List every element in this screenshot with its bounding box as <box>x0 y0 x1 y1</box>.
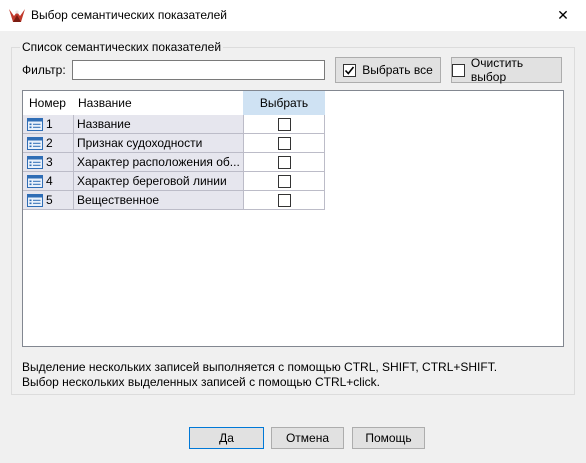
select-all-checkbox[interactable] <box>343 63 357 77</box>
select-checkbox[interactable] <box>277 155 291 169</box>
column-header-select[interactable]: Выбрать <box>243 91 325 115</box>
hint-multi-select: Выделение нескольких записей выполняется… <box>22 360 498 374</box>
close-icon: ✕ <box>557 7 569 23</box>
select-cell[interactable] <box>244 115 325 134</box>
table-row[interactable]: 5 Вещественное <box>23 191 325 210</box>
clear-selection-checkbox[interactable] <box>452 63 465 77</box>
row-number: 5 <box>46 193 53 207</box>
checkmark-icon <box>345 66 355 75</box>
dialog-window: Выбор семантических показателей ✕ Список… <box>0 0 586 463</box>
window-title: Выбор семантических показателей <box>31 8 227 22</box>
number-cell[interactable]: 2 <box>23 134 74 153</box>
select-cell[interactable] <box>244 172 325 191</box>
ok-button[interactable]: Да <box>189 427 264 449</box>
column-header-number[interactable]: Номер <box>29 91 66 115</box>
help-button[interactable]: Помощь <box>352 427 425 449</box>
row-number: 3 <box>46 155 53 169</box>
close-button[interactable]: ✕ <box>540 0 586 31</box>
title-bar: Выбор семантических показателей ✕ <box>0 0 586 31</box>
number-cell[interactable]: 1 <box>23 115 74 134</box>
select-cell[interactable] <box>244 153 325 172</box>
table-row[interactable]: 3 Характер расположения об... <box>23 153 325 172</box>
table-row[interactable]: 2 Признак судоходности <box>23 134 325 153</box>
select-checkbox[interactable] <box>277 136 291 150</box>
table-row[interactable]: 1 Название <box>23 115 325 134</box>
row-number: 4 <box>46 174 53 188</box>
number-cell[interactable]: 4 <box>23 172 74 191</box>
group-title: Список семантических показателей <box>20 40 224 54</box>
number-cell[interactable]: 5 <box>23 191 74 210</box>
select-cell[interactable] <box>244 191 325 210</box>
select-checkbox[interactable] <box>277 117 291 131</box>
row-number: 1 <box>46 117 53 131</box>
column-header-name[interactable]: Название <box>78 91 132 115</box>
record-icon <box>27 194 43 207</box>
name-cell[interactable]: Название <box>74 115 244 134</box>
filter-input[interactable] <box>72 60 325 80</box>
row-number: 2 <box>46 136 53 150</box>
record-icon <box>27 175 43 188</box>
hint-ctrl-click: Выбор нескольких выделенных записей с по… <box>22 375 380 389</box>
table-row[interactable]: 4 Характер береговой линии <box>23 172 325 191</box>
record-icon <box>27 137 43 150</box>
semantics-table: Номер Название Выбрать 1 Название 2 Признак… <box>22 90 564 347</box>
select-cell[interactable] <box>244 134 325 153</box>
select-checkbox[interactable] <box>277 174 291 188</box>
name-cell[interactable]: Характер расположения об... <box>74 153 244 172</box>
number-cell[interactable]: 3 <box>23 153 74 172</box>
select-all-label: Выбрать все <box>362 63 433 77</box>
record-icon <box>27 156 43 169</box>
name-cell[interactable]: Вещественное <box>74 191 244 210</box>
select-checkbox[interactable] <box>277 193 291 207</box>
cancel-button[interactable]: Отмена <box>271 427 344 449</box>
select-all-button[interactable]: Выбрать все <box>335 57 441 83</box>
record-icon <box>27 118 43 131</box>
clear-selection-button[interactable]: Очистить выбор <box>451 56 562 84</box>
name-cell[interactable]: Характер береговой линии <box>74 172 244 191</box>
clear-selection-label: Очистить выбор <box>470 56 524 84</box>
map-app-icon <box>9 9 25 22</box>
filter-label: Фильтр: <box>22 63 66 77</box>
name-cell[interactable]: Признак судоходности <box>74 134 244 153</box>
